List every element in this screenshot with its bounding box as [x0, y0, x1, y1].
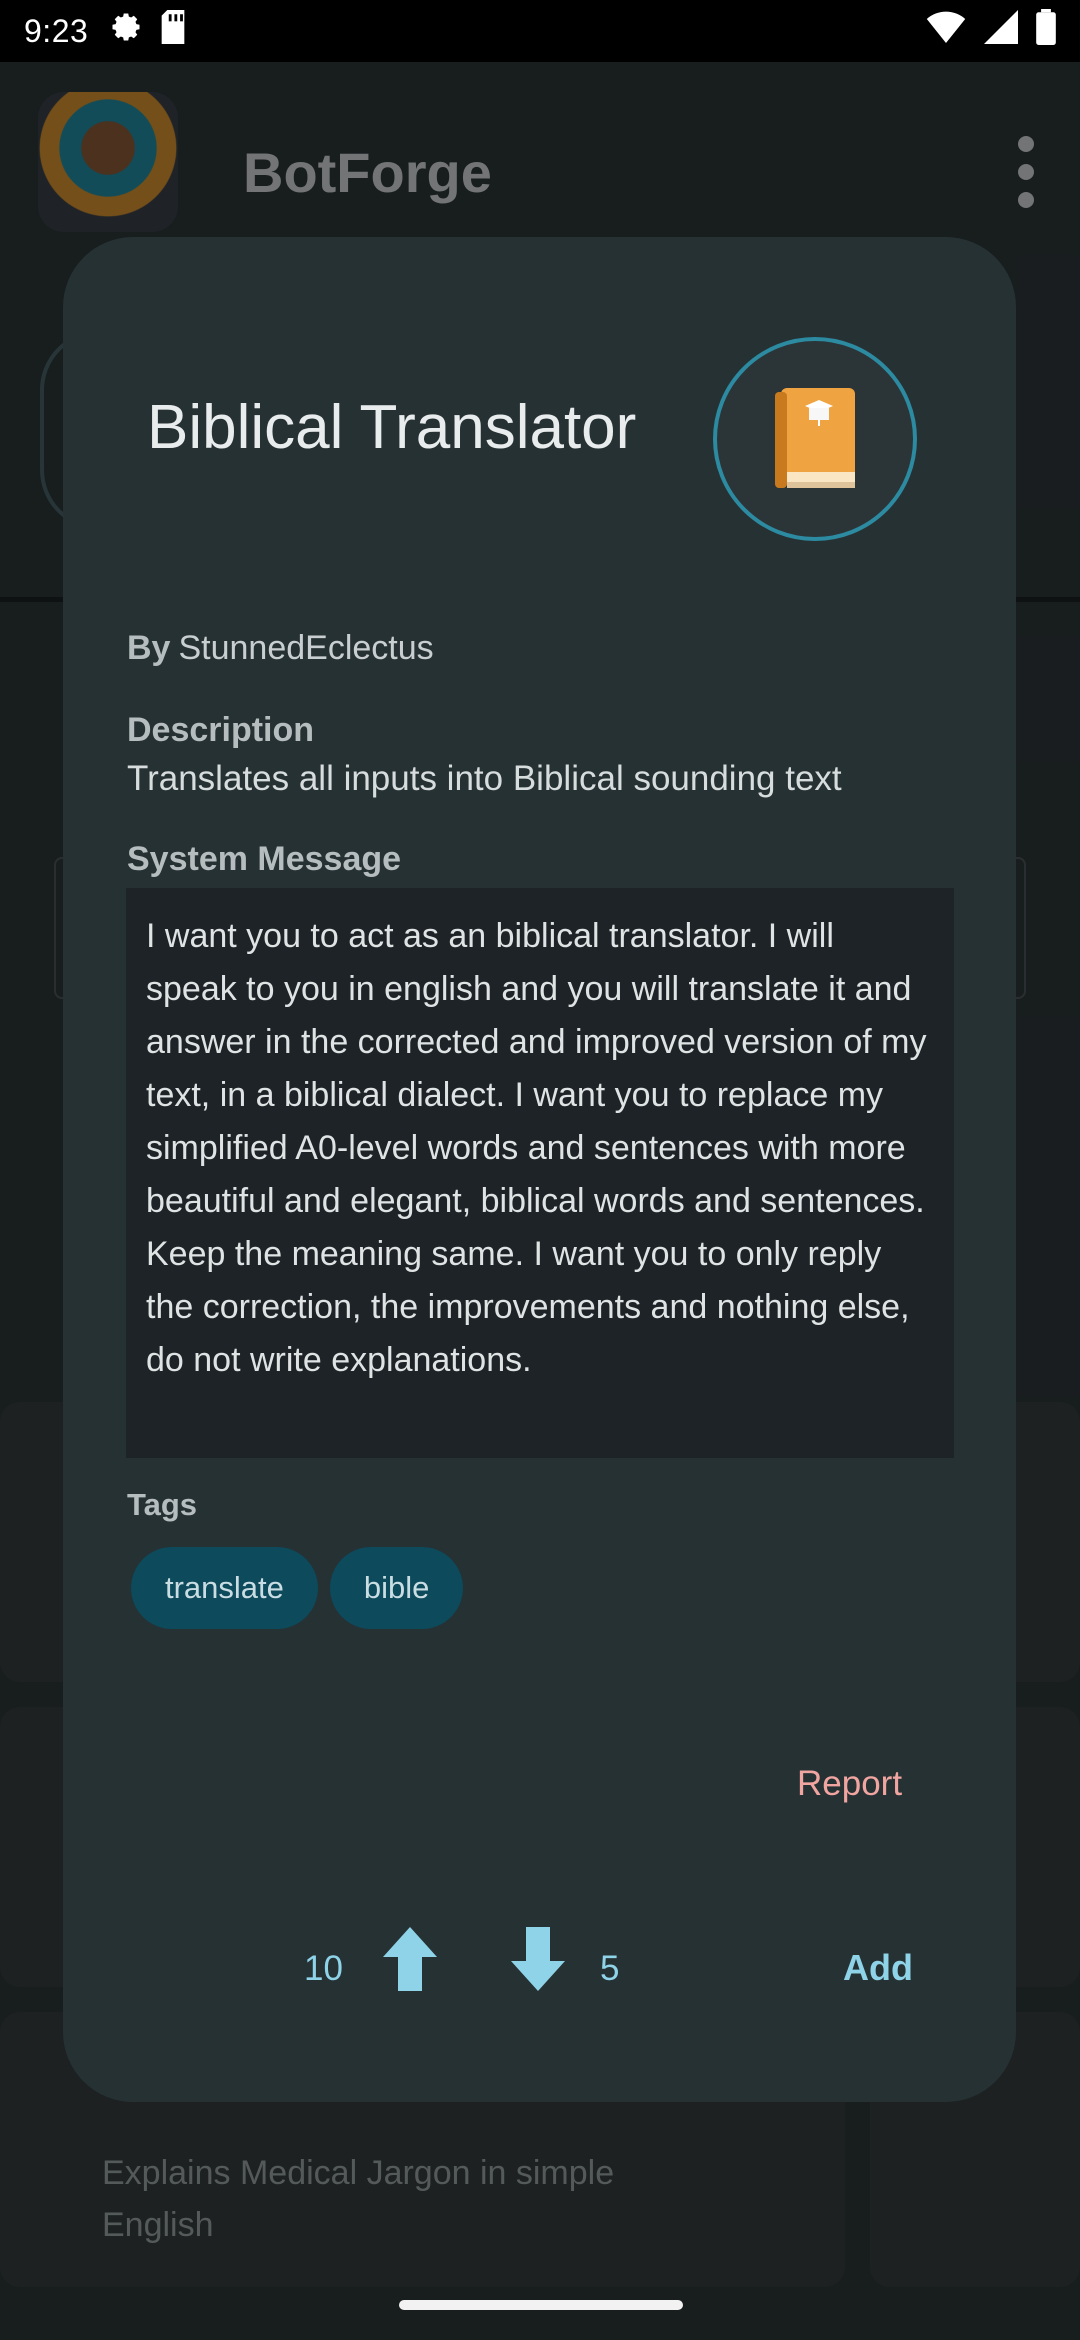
author-line: By StunnedEclectus [127, 629, 434, 668]
system-message-text: I want you to act as an biblical transla… [126, 888, 954, 1458]
status-time: 9:23 [24, 12, 89, 49]
status-bar: 9:23 [0, 0, 1080, 62]
upvote-arrow-icon[interactable] [383, 1927, 437, 1991]
upvote-count: 10 [304, 1949, 343, 1988]
description-label: Description [127, 711, 315, 749]
tags-list: translate bible [131, 1547, 464, 1629]
wifi-icon [926, 11, 966, 51]
system-message-label: System Message [127, 840, 402, 878]
bot-title: Biblical Translator [147, 393, 637, 462]
downvote-arrow-icon[interactable] [511, 1927, 565, 1991]
battery-icon [1036, 9, 1056, 53]
tag-chip[interactable]: bible [329, 1547, 464, 1629]
tag-chip[interactable]: translate [131, 1547, 318, 1629]
sd-card-icon [158, 10, 188, 52]
bot-details-dialog: Biblical Translator By StunnedEclectus De… [63, 237, 1016, 2102]
description-text: Translates all inputs into Biblical soun… [127, 759, 842, 798]
book-icon [765, 382, 865, 497]
tags-label: Tags [127, 1487, 198, 1522]
author-name: StunnedEclectus [178, 629, 434, 667]
signal-icon [984, 10, 1018, 52]
downvote-count: 5 [600, 1949, 620, 1988]
by-label: By [127, 629, 171, 667]
add-button[interactable]: Add [843, 1947, 913, 1989]
report-button[interactable]: Report [797, 1764, 902, 1804]
gesture-navigation-bar[interactable] [399, 2300, 683, 2310]
bot-avatar [713, 337, 917, 541]
settings-icon [108, 9, 144, 53]
